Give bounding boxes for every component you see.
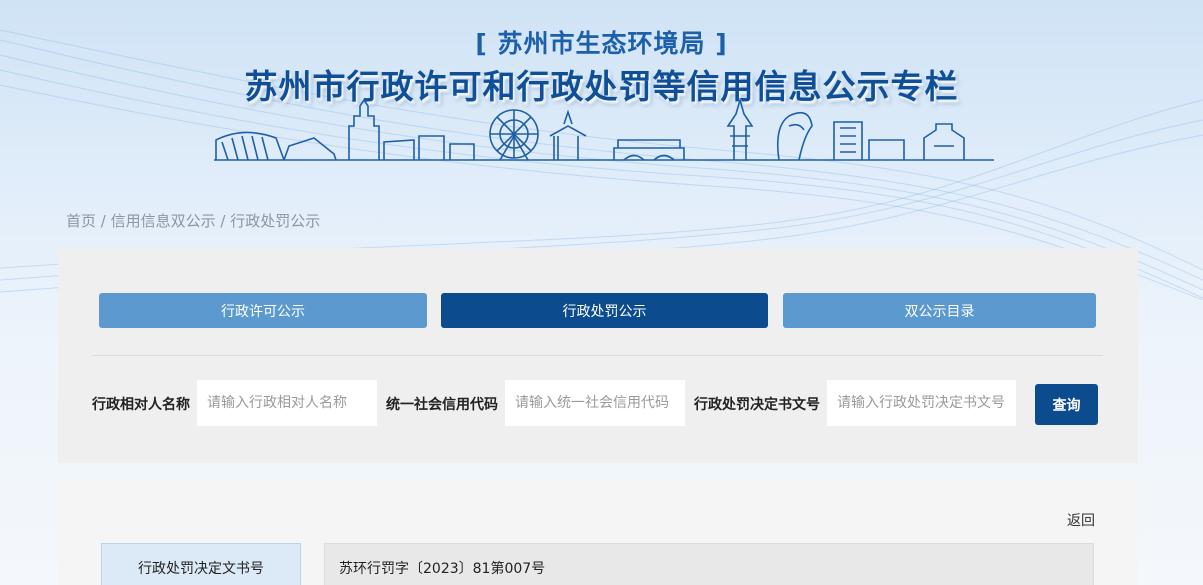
tab-administrative-license[interactable]: 行政许可公示 xyxy=(99,293,427,328)
breadcrumb-separator: / xyxy=(215,212,231,230)
breadcrumb-credit-dual[interactable]: 信用信息双公示 xyxy=(111,212,216,230)
city-skyline-logo xyxy=(214,97,994,161)
decision-number-label: 行政处罚决定书文号 xyxy=(694,397,820,413)
breadcrumb-separator: / xyxy=(96,212,111,230)
query-button[interactable]: 查询 xyxy=(1035,384,1098,425)
decision-number-field-value: 苏环行罚字〔2023〕81第007号 xyxy=(324,543,1094,585)
credit-code-label: 统一社会信用代码 xyxy=(386,397,498,413)
credit-code-input[interactable] xyxy=(505,380,685,426)
search-panel: 行政许可公示 行政处罚公示 双公示目录 行政相对人名称 统一社会信用代码 行政处… xyxy=(58,248,1138,463)
back-link[interactable]: 返回 xyxy=(1067,510,1095,530)
tab-administrative-penalty[interactable]: 行政处罚公示 xyxy=(441,293,768,328)
party-name-label: 行政相对人名称 xyxy=(92,397,190,413)
breadcrumb: 首页 / 信用信息双公示 / 行政处罚公示 xyxy=(66,210,320,231)
org-title: [ 苏州市生态环境局 ] xyxy=(475,29,728,58)
detail-panel: 返回 行政处罚决定文书号 苏环行罚字〔2023〕81第007号 xyxy=(58,481,1138,585)
decision-number-input[interactable] xyxy=(827,380,1016,426)
tab-dual-catalog[interactable]: 双公示目录 xyxy=(783,293,1096,328)
panel-divider xyxy=(92,355,1103,356)
breadcrumb-home[interactable]: 首页 xyxy=(66,212,96,230)
decision-number-field-label: 行政处罚决定文书号 xyxy=(101,543,301,585)
breadcrumb-current: 行政处罚公示 xyxy=(230,212,321,230)
party-name-input[interactable] xyxy=(197,380,377,426)
